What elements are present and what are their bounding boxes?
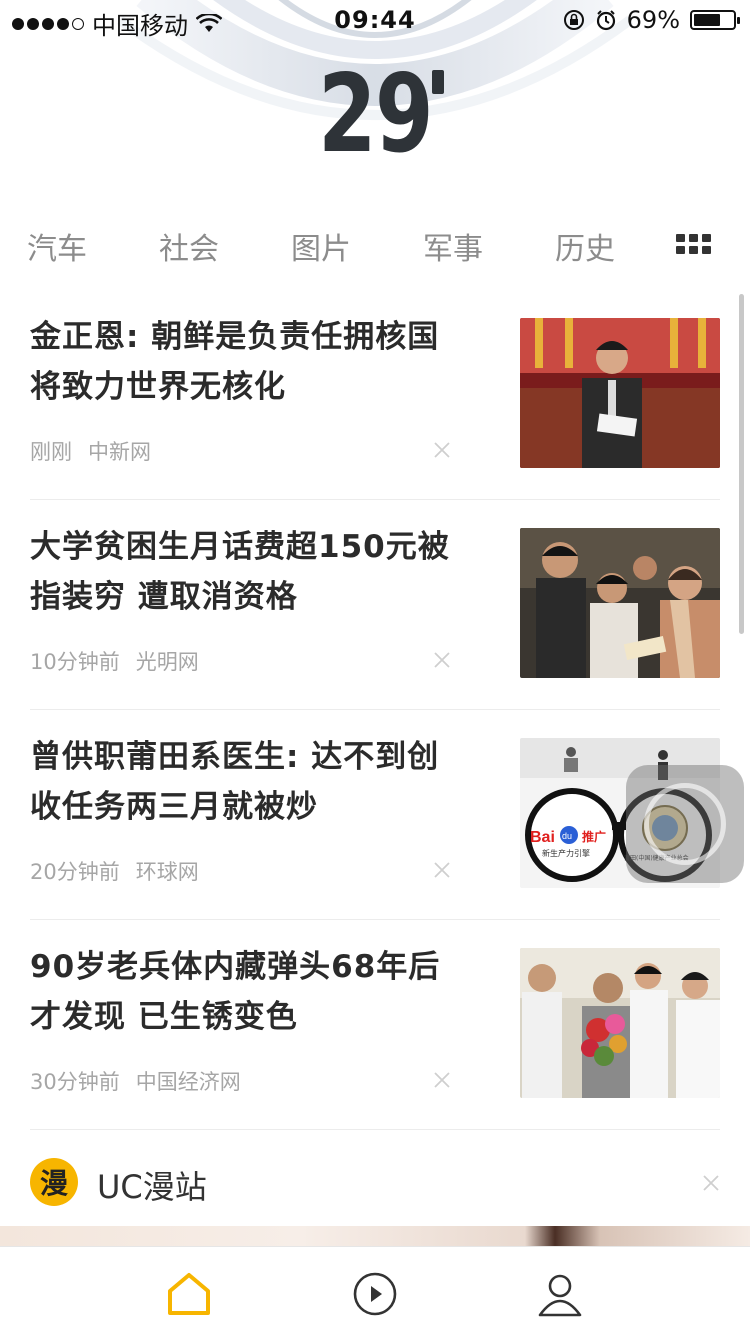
news-thumbnail[interactable] xyxy=(520,528,720,678)
news-item[interactable]: 金正恩: 朝鲜是负责任拥核国将致力世界无核化 刚刚 中新网 xyxy=(30,290,720,500)
degree-icon xyxy=(432,70,444,94)
category-tabs: 汽车 社会 图片 军事 历史 xyxy=(0,210,750,280)
news-source: 中国经济网 xyxy=(135,1070,241,1094)
news-source: 中新网 xyxy=(88,440,151,464)
news-item[interactable]: 曾供职莆田系医生: 达不到创收任务两三月就被炒 20分钟前 环球网 Bai du… xyxy=(30,710,720,920)
assistive-touch-icon xyxy=(644,783,726,865)
news-meta: 刚刚 中新网 xyxy=(30,436,151,466)
tab-history[interactable]: 历史 xyxy=(555,224,615,268)
section-title[interactable]: UC漫站 xyxy=(97,1162,207,1208)
status-right-group: 69% xyxy=(563,6,740,34)
dismiss-icon[interactable] xyxy=(432,650,452,670)
news-thumbnail[interactable] xyxy=(520,948,720,1098)
alarm-icon xyxy=(596,10,615,31)
baidu-promo-text: 推广 xyxy=(582,829,606,844)
news-title[interactable]: 90岁老兵体内藏弹头68年后才发现 已生锈变色 xyxy=(30,942,460,1042)
news-title[interactable]: 金正恩: 朝鲜是负责任拥核国将致力世界无核化 xyxy=(30,312,460,412)
weather-header[interactable]: 中国移动 09:44 69% 29 xyxy=(0,0,750,200)
rotation-lock-icon xyxy=(563,10,584,30)
news-feed: 金正恩: 朝鲜是负责任拥核国将致力世界无核化 刚刚 中新网 大学贫困生月话费超1… xyxy=(0,290,750,1130)
news-thumbnail[interactable] xyxy=(520,318,720,468)
battery-icon xyxy=(690,10,740,30)
news-meta: 10分钟前 光明网 xyxy=(30,646,199,676)
news-meta: 20分钟前 环球网 xyxy=(30,856,199,886)
news-time: 10分钟前 xyxy=(30,650,120,674)
news-time: 20分钟前 xyxy=(30,860,120,884)
manhua-logo-icon: 漫 xyxy=(30,1158,78,1206)
profile-icon[interactable] xyxy=(535,1269,585,1319)
floating-assistive-button[interactable] xyxy=(626,765,744,883)
home-icon[interactable] xyxy=(164,1269,214,1319)
more-channels-icon[interactable] xyxy=(676,234,712,256)
temperature-value[interactable]: 29 xyxy=(83,52,668,177)
tab-military[interactable]: 军事 xyxy=(423,224,483,268)
battery-percentage: 69% xyxy=(626,6,680,34)
news-item[interactable]: 大学贫困生月话费超150元被指装穷 遭取消资格 10分钟前 光明网 xyxy=(30,500,720,710)
battery-level xyxy=(694,14,721,26)
video-play-icon[interactable] xyxy=(350,1269,400,1319)
tab-society[interactable]: 社会 xyxy=(159,224,219,268)
bottom-navigation xyxy=(0,1246,750,1334)
status-bar: 中国移动 09:44 69% xyxy=(0,0,750,40)
baidu-slogan-text: 新生产力引擎 xyxy=(542,848,590,858)
dismiss-icon[interactable] xyxy=(432,440,452,460)
baidu-brand-text: Bai xyxy=(530,829,555,846)
baidu-du-text: du xyxy=(562,831,572,841)
manhua-banner-image[interactable] xyxy=(0,1226,750,1246)
news-item[interactable]: 90岁老兵体内藏弹头68年后才发现 已生锈变色 30分钟前 中国经济网 xyxy=(30,920,720,1130)
close-icon[interactable] xyxy=(702,1174,720,1192)
news-source: 环球网 xyxy=(135,860,199,884)
news-time: 刚刚 xyxy=(30,440,72,464)
news-title[interactable]: 曾供职莆田系医生: 达不到创收任务两三月就被炒 xyxy=(30,732,460,832)
news-title[interactable]: 大学贫困生月话费超150元被指装穷 遭取消资格 xyxy=(30,522,460,622)
news-source: 光明网 xyxy=(135,650,199,674)
dismiss-icon[interactable] xyxy=(432,1070,452,1090)
tab-pictures[interactable]: 图片 xyxy=(291,224,351,268)
news-time: 30分钟前 xyxy=(30,1070,120,1094)
uc-manhua-section[interactable]: 漫 UC漫站 xyxy=(30,1132,720,1228)
dismiss-icon[interactable] xyxy=(432,860,452,880)
scrollbar[interactable] xyxy=(739,294,744,634)
news-meta: 30分钟前 中国经济网 xyxy=(30,1066,241,1096)
tab-auto[interactable]: 汽车 xyxy=(27,224,87,268)
